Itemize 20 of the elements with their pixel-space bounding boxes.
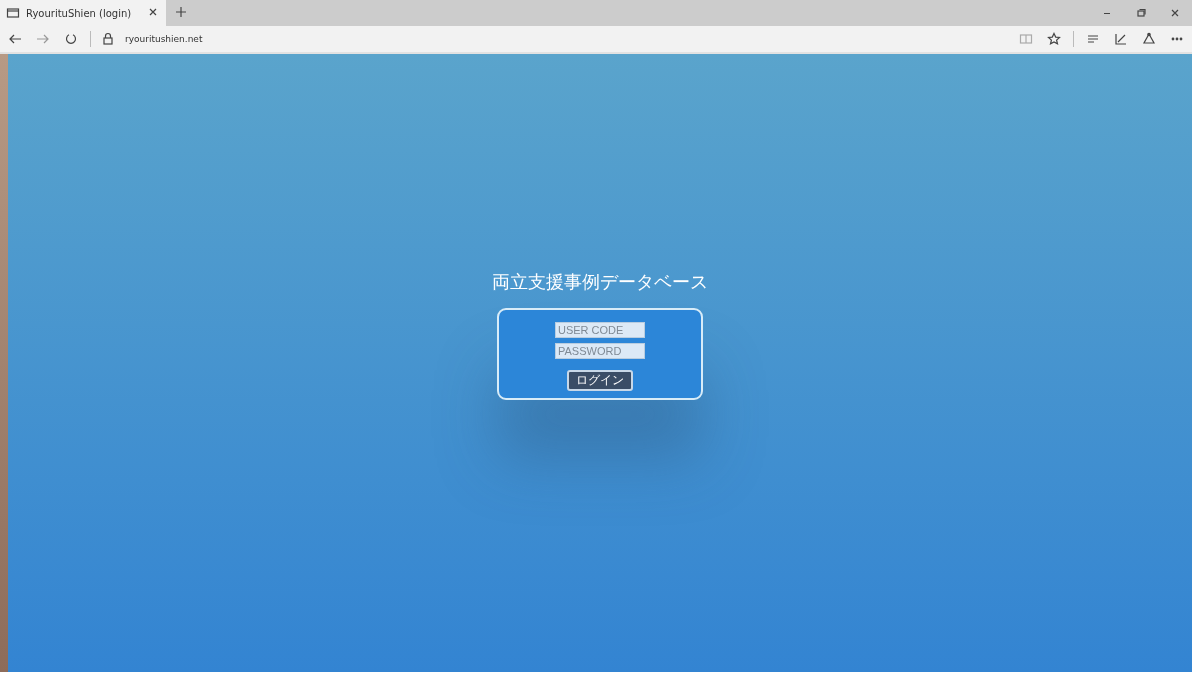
share-icon	[1142, 32, 1156, 46]
favorite-button[interactable]	[1045, 30, 1063, 48]
minimize-icon	[1104, 12, 1110, 14]
tab-title: RyourituShien (login)	[26, 7, 132, 19]
lock-icon	[101, 32, 115, 46]
plus-icon	[174, 4, 188, 19]
star-icon	[1047, 32, 1061, 46]
browser-tab[interactable]: RyourituShien (login)	[0, 0, 166, 26]
book-icon	[1019, 32, 1033, 46]
back-arrow-icon	[8, 32, 22, 46]
address-url[interactable]: ryouritushien.net	[125, 34, 203, 44]
forward-arrow-icon	[36, 32, 50, 46]
restore-icon	[1134, 6, 1148, 20]
user-code-field[interactable]: USER CODE	[555, 322, 645, 338]
page-icon	[6, 6, 20, 20]
refresh-icon	[64, 32, 78, 46]
password-field[interactable]: PASSWORD	[555, 343, 645, 359]
page-heading: 両立支援事例データベース	[492, 270, 708, 294]
login-button[interactable]: ログイン	[567, 370, 633, 391]
lines-icon	[1086, 32, 1100, 46]
